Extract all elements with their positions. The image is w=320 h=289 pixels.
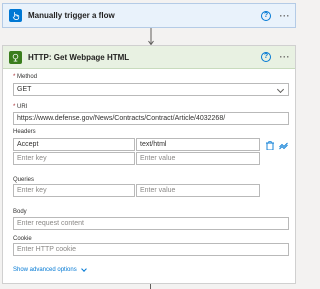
query-value-input[interactable]: Enter value [136, 184, 260, 197]
header-key-input-empty[interactable]: Enter key [13, 152, 135, 165]
uri-value: https://www.defense.gov/News/Contracts/C… [17, 115, 226, 122]
header-value-input-empty[interactable]: Enter value [136, 152, 260, 165]
queries-label: Queries [13, 177, 35, 183]
http-action-card[interactable]: HTTP: Get Webpage HTML ? ··· * Method GE… [2, 45, 296, 284]
uri-input[interactable]: https://www.defense.gov/News/Contracts/C… [13, 112, 289, 125]
trigger-card-header[interactable]: Manually trigger a flow ? ··· [3, 4, 295, 27]
method-label: * Method [13, 74, 38, 80]
method-value: GET [17, 86, 32, 93]
required-marker: * [13, 104, 16, 110]
cookie-label: Cookie [13, 236, 32, 242]
header-value-input[interactable]: text/html [136, 138, 260, 151]
uri-label: * URI [13, 104, 28, 110]
trigger-card[interactable]: Manually trigger a flow ? ··· [2, 3, 296, 28]
show-advanced-options-link[interactable]: Show advanced options [13, 266, 87, 273]
method-select[interactable]: GET [13, 83, 289, 96]
hand-tap-icon [9, 9, 22, 22]
chevron-down-icon [80, 266, 87, 272]
cookie-input[interactable]: Enter HTTP cookie [13, 243, 289, 256]
connector-line [150, 284, 151, 289]
body-label: Body [13, 209, 27, 215]
action-card-header[interactable]: HTTP: Get Webpage HTML ? ··· [3, 46, 295, 69]
more-options-icon[interactable]: ··· [280, 11, 291, 21]
query-key-input[interactable]: Enter key [13, 184, 135, 197]
delete-icon[interactable] [266, 141, 274, 150]
required-marker: * [13, 74, 16, 80]
chevron-down-icon [276, 85, 285, 94]
action-title: HTTP: Get Webpage HTML [28, 52, 130, 62]
more-options-icon[interactable]: ··· [280, 52, 291, 62]
trigger-title: Manually trigger a flow [28, 11, 115, 20]
globe-icon [9, 50, 22, 64]
help-icon[interactable]: ? [261, 52, 271, 62]
help-icon[interactable]: ? [261, 10, 271, 21]
body-input[interactable]: Enter request content [13, 217, 289, 230]
headers-label: Headers [13, 129, 36, 135]
header-key-input[interactable]: Accept [13, 138, 135, 151]
connector-arrow-icon [148, 28, 154, 46]
switch-to-text-mode-icon[interactable] [279, 142, 288, 150]
